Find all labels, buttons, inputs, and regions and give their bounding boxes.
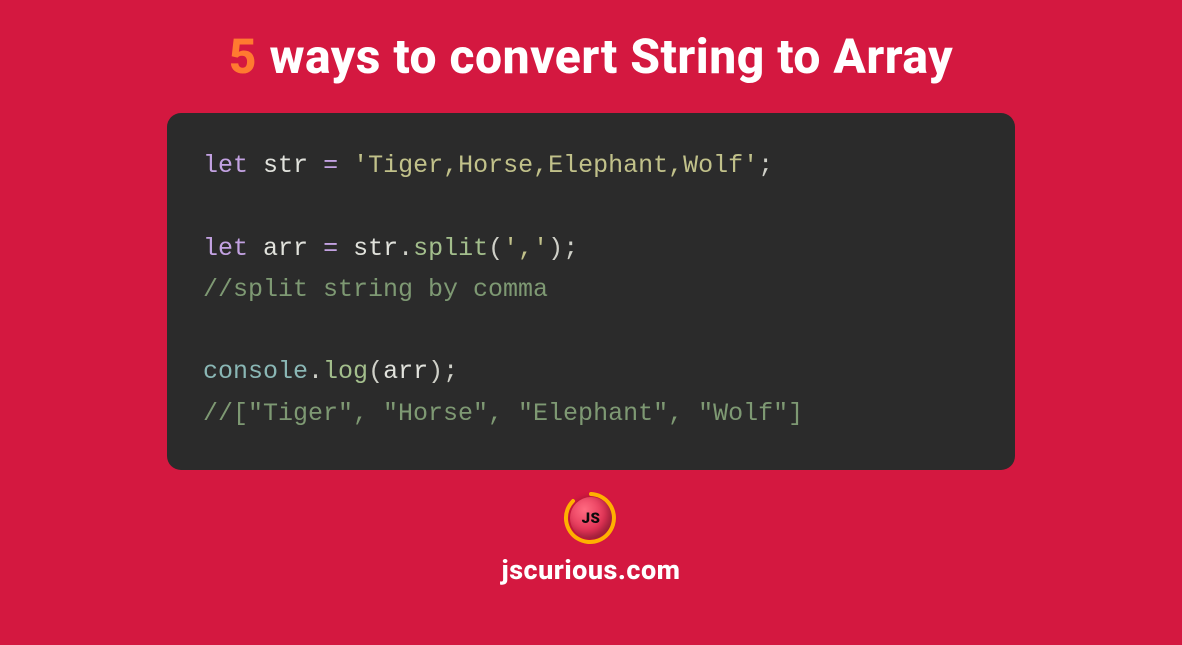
code-line-4: console.log(arr);	[203, 351, 979, 392]
semicolon: ;	[758, 151, 773, 180]
string-arg: ','	[503, 234, 548, 263]
operator-eq: =	[323, 234, 338, 263]
keyword-let: let	[203, 234, 248, 263]
semicolon: ;	[443, 357, 458, 386]
variable-str: str	[263, 151, 308, 180]
log-arg: arr	[383, 357, 428, 386]
blank-line	[203, 310, 979, 351]
comment-line-1: //split string by comma	[203, 269, 979, 310]
method-split: split	[413, 234, 488, 263]
paren-close: )	[428, 357, 443, 386]
paren-open: (	[368, 357, 383, 386]
blank-line	[203, 186, 979, 227]
variable-arr: arr	[263, 234, 308, 263]
code-block: let str = 'Tiger,Horse,Elephant,Wolf'; l…	[167, 113, 1015, 470]
semicolon: ;	[563, 234, 578, 263]
keyword-let: let	[203, 151, 248, 180]
paren-close: )	[548, 234, 563, 263]
title-rest: ways to convert String to Array	[257, 28, 953, 85]
dot: .	[398, 234, 413, 263]
object-str: str	[353, 234, 398, 263]
global-console: console	[203, 357, 308, 386]
operator-eq: =	[323, 151, 338, 180]
method-log: log	[323, 357, 368, 386]
code-line-2: let arr = str.split(',');	[203, 228, 979, 269]
string-literal: 'Tiger,Horse,Elephant,Wolf'	[353, 151, 758, 180]
dot: .	[308, 357, 323, 386]
code-line-1: let str = 'Tiger,Horse,Elephant,Wolf';	[203, 145, 979, 186]
paren-open: (	[488, 234, 503, 263]
comment-line-2: //["Tiger", "Horse", "Elephant", "Wolf"]	[203, 393, 979, 434]
footer: JS jscurious.com	[502, 490, 681, 586]
page-title: 5 ways to convert String to Array	[229, 28, 953, 85]
site-url: jscurious.com	[502, 554, 681, 586]
logo-arc-icon	[563, 490, 619, 546]
logo-icon: JS	[563, 490, 619, 546]
title-accent: 5	[229, 28, 257, 85]
